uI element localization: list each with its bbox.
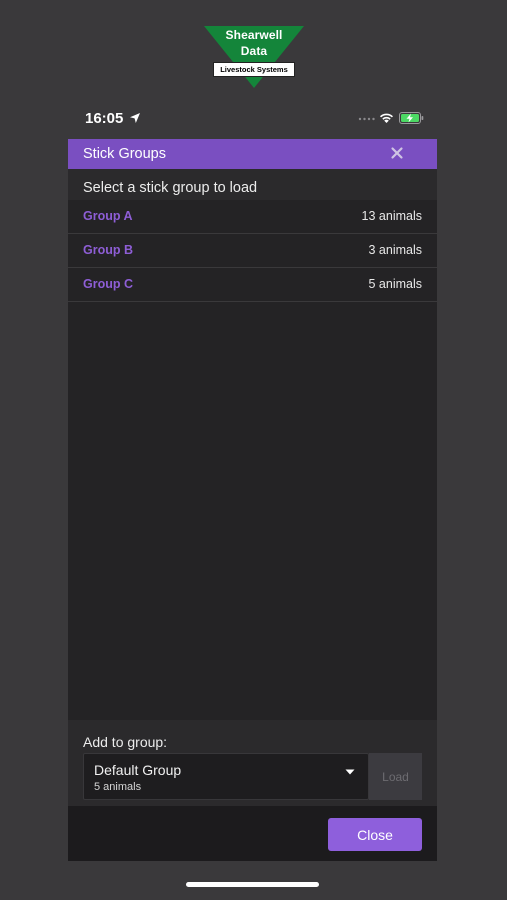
- status-bar: 16:05: [68, 108, 438, 130]
- group-count: 5 animals: [368, 277, 423, 291]
- group-name: Group B: [83, 243, 133, 257]
- stick-groups-modal: Stick Groups Select a stick group to loa…: [68, 139, 437, 861]
- load-button[interactable]: Load: [369, 753, 422, 800]
- add-to-group-label: Add to group:: [83, 734, 168, 750]
- logo-text-line2: Data: [240, 44, 268, 58]
- group-name: Group A: [83, 209, 133, 223]
- status-time: 16:05: [85, 110, 124, 127]
- modal-header: Stick Groups: [68, 139, 437, 169]
- app-screen: Shearwell Data Livestock Systems 16:05 S…: [0, 0, 507, 900]
- home-indicator[interactable]: [186, 882, 319, 887]
- logo-subtitle: Livestock Systems: [213, 62, 295, 77]
- modal-subtitle: Select a stick group to load: [83, 180, 258, 196]
- close-button[interactable]: Close: [328, 818, 422, 851]
- group-select[interactable]: Default Group 5 animals: [83, 753, 369, 800]
- group-count: 13 animals: [361, 209, 422, 223]
- group-list: Group A 13 animals Group B 3 animals Gro…: [68, 200, 437, 720]
- location-arrow-icon: [130, 113, 140, 123]
- modal-title: Stick Groups: [83, 146, 166, 162]
- group-row-c[interactable]: Group C 5 animals: [68, 268, 437, 302]
- group-row-a[interactable]: Group A 13 animals: [68, 200, 437, 234]
- signal-icon: [358, 117, 375, 121]
- group-row-b[interactable]: Group B 3 animals: [68, 234, 437, 268]
- wifi-icon: [380, 113, 393, 123]
- group-count: 3 animals: [368, 243, 423, 257]
- battery-charging-icon: [399, 112, 424, 124]
- logo-text-line1: Shearwell: [225, 28, 283, 42]
- caret-down-icon: [345, 769, 355, 775]
- modal-footer: Close: [68, 806, 437, 861]
- select-value: Default Group: [94, 762, 182, 778]
- group-name: Group C: [83, 277, 133, 291]
- shearwell-logo: Shearwell Data Livestock Systems: [204, 24, 304, 90]
- select-subtext: 5 animals: [94, 781, 142, 793]
- close-icon[interactable]: [390, 146, 404, 160]
